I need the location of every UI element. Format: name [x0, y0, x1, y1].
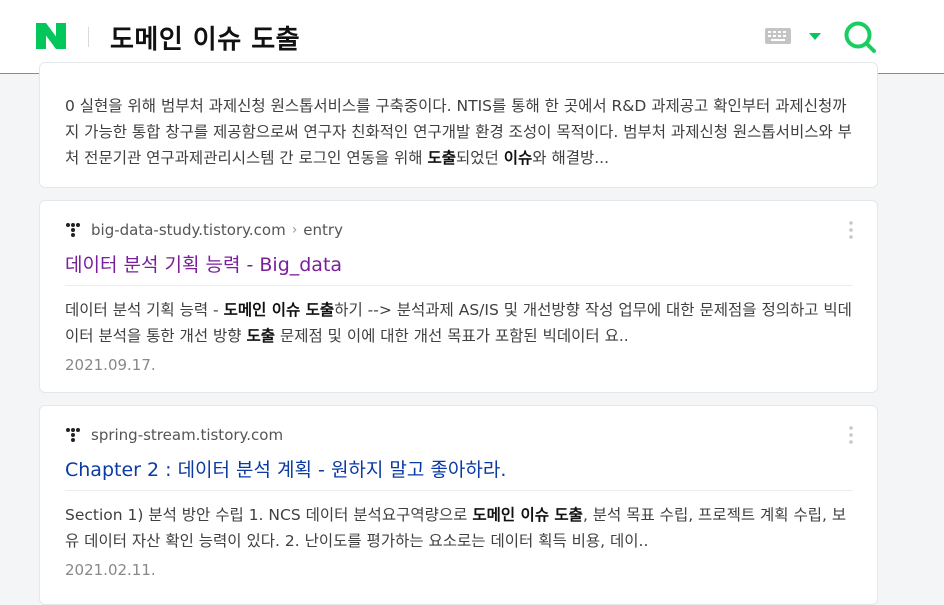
snippet-highlight: 도출: [427, 149, 457, 167]
tistory-icon: [66, 428, 80, 442]
result-divider: [65, 490, 853, 491]
result-snippet: 데이터 분석 기획 능력 - 도메인 이슈 도출하기 --> 분석과제 AS/I…: [65, 297, 855, 349]
result-source[interactable]: big-data-study.tistory.com › entry: [65, 220, 343, 240]
result-date: 2021.02.11.: [65, 561, 156, 579]
snippet-highlight: 도출: [246, 327, 276, 345]
snippet-text: 와 해결방...: [532, 149, 610, 167]
snippet-text: Section 1) 분석 방안 수립 1. NCS 데이터 분석요구역량으로: [65, 506, 473, 524]
search-query[interactable]: 도메인 이슈 도출: [110, 19, 300, 56]
snippet-highlight: 도메인 이슈 도출: [472, 506, 583, 524]
result-title-link[interactable]: 데이터 분석 기획 능력 - Big_data: [65, 250, 342, 277]
source-path: entry: [303, 221, 343, 239]
result-divider: [65, 285, 853, 286]
source-site: big-data-study.tistory.com: [91, 221, 286, 239]
result-date: 2021.09.17.: [65, 356, 156, 374]
result-card: 0 실현을 위해 범부처 과제신청 원스톱서비스를 구축중이다. NTIS를 통…: [39, 62, 878, 188]
dropdown-caret-icon[interactable]: [808, 32, 822, 41]
snippet-highlight: 도메인 이슈 도출: [223, 301, 335, 319]
tistory-icon: [66, 223, 80, 237]
snippet-text: 되었던: [456, 149, 504, 167]
naver-logo-icon[interactable]: [36, 23, 66, 49]
result-snippet: 0 실현을 위해 범부처 과제신청 원스톱서비스를 구축중이다. NTIS를 통…: [65, 93, 855, 171]
result-snippet: Section 1) 분석 방안 수립 1. NCS 데이터 분석요구역량으로 …: [65, 502, 855, 554]
result-card: big-data-study.tistory.com › entry 데이터 분…: [39, 200, 878, 393]
result-title-link[interactable]: Chapter 2 : 데이터 분석 계획 - 원하지 말고 좋아하라.: [65, 455, 506, 482]
result-source[interactable]: spring-stream.tistory.com: [65, 425, 283, 445]
source-site: spring-stream.tistory.com: [91, 426, 284, 444]
keyboard-icon[interactable]: [765, 28, 791, 44]
more-options-icon[interactable]: [849, 221, 853, 239]
snippet-highlight: 이슈: [503, 149, 533, 167]
result-card: spring-stream.tistory.com Chapter 2 : 데이…: [39, 405, 878, 605]
snippet-text: 문제점 및 이에 대한 개선 목표가 포함된 빅데이터 요..: [275, 327, 629, 345]
chevron-right-icon: ›: [291, 222, 298, 238]
snippet-text: 데이터 분석 기획 능력 -: [65, 301, 224, 319]
more-options-icon[interactable]: [849, 426, 853, 444]
search-icon[interactable]: [843, 20, 877, 54]
header-divider: [88, 27, 89, 47]
